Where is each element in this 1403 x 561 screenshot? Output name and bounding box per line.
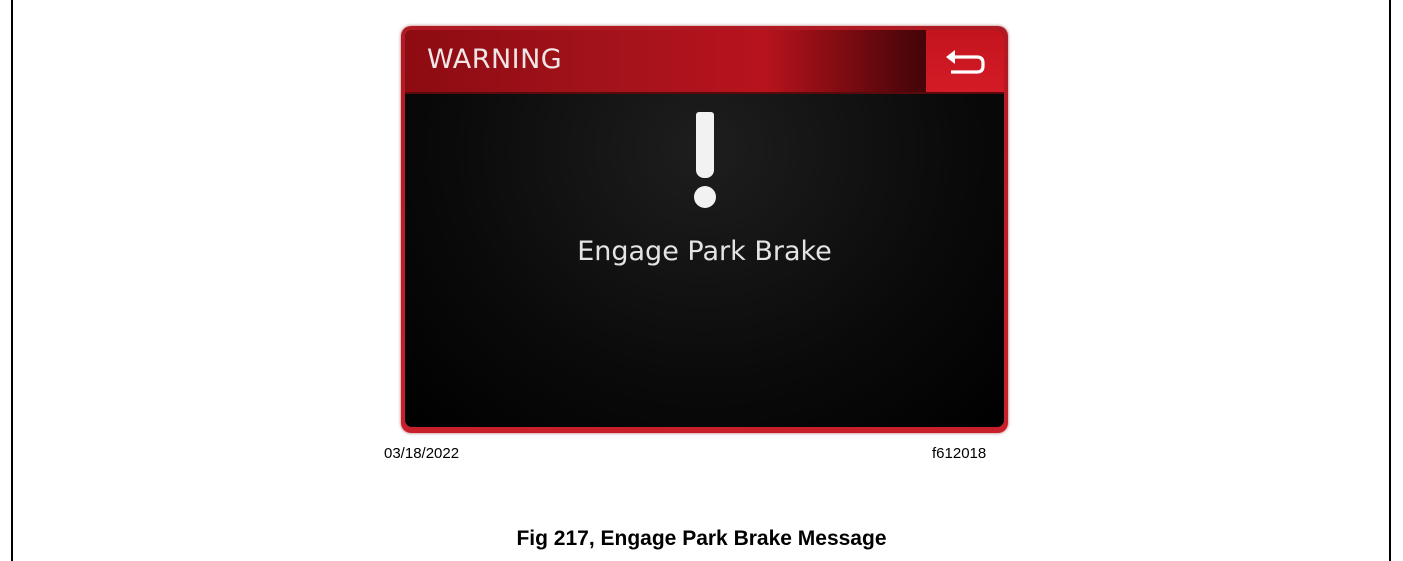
page-border-right <box>1389 0 1391 561</box>
title-bar: WARNING <box>405 30 1004 94</box>
display-frame: WARNING Engage Park Brake <box>401 26 1008 433</box>
page-border-left <box>11 0 13 561</box>
warning-content: Engage Park Brake <box>405 94 1004 427</box>
return-arrow-icon <box>946 50 985 74</box>
figure-code: f612018 <box>932 445 987 462</box>
warning-screen: WARNING Engage Park Brake <box>405 30 1004 427</box>
figure-date: 03/18/2022 <box>384 445 460 462</box>
warning-title: WARNING <box>427 44 563 75</box>
figure-caption: Fig 217, Engage Park Brake Message <box>516 527 887 550</box>
exclamation-icon <box>693 112 717 208</box>
back-button[interactable] <box>926 30 1004 92</box>
warning-message: Engage Park Brake <box>577 236 832 267</box>
